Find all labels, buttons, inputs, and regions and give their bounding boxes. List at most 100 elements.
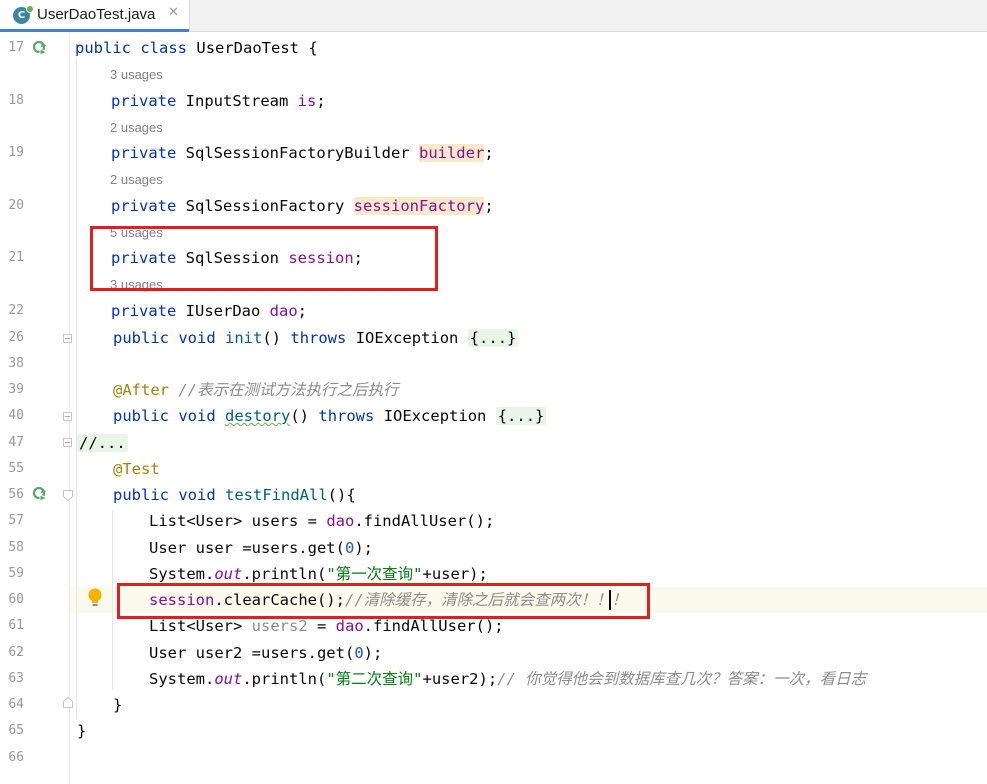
- line-number[interactable]: 60: [0, 592, 24, 608]
- code-text: User user =users.get(: [149, 539, 345, 557]
- code-line-59[interactable]: System.out.println("第一次查询"+user);: [149, 564, 488, 584]
- keyword: public: [113, 329, 169, 347]
- indent-guide: [76, 60, 77, 720]
- code-line-39[interactable]: @After //表示在测试方法执行之后执行: [113, 380, 399, 400]
- lightbulb-intention-icon[interactable]: [86, 587, 104, 609]
- code-line-20[interactable]: private SqlSessionFactory sessionFactory…: [111, 196, 494, 216]
- code-text: );: [363, 644, 383, 662]
- line-number[interactable]: 21: [0, 250, 24, 266]
- code-line-62[interactable]: User user2 =users.get(0);: [149, 643, 382, 663]
- annotation: @After: [113, 381, 169, 399]
- code-text: List<User> users =: [149, 512, 327, 530]
- field-name: builder: [418, 144, 485, 162]
- fold-toggle-init[interactable]: [63, 334, 72, 343]
- code-line-58[interactable]: User user =users.get(0);: [149, 538, 373, 558]
- code-text: User user2 =users.get(: [149, 644, 355, 662]
- comment: //表示在测试方法执行之后执行: [178, 381, 399, 399]
- line-number[interactable]: 38: [0, 356, 24, 372]
- type-name: SqlSessionFactory: [185, 197, 345, 215]
- line-number[interactable]: 56: [0, 487, 24, 503]
- annotation: @Test: [113, 460, 160, 478]
- run-test-class-icon[interactable]: [32, 40, 48, 56]
- line-number[interactable]: 18: [0, 93, 24, 109]
- keyword: void: [178, 486, 216, 504]
- usage-hint[interactable]: 2 usages: [110, 120, 163, 135]
- line-number[interactable]: 19: [0, 145, 24, 161]
- code-text: System.: [149, 670, 215, 688]
- line-number[interactable]: 63: [0, 671, 24, 687]
- highlight-box-clear-cache: [117, 583, 650, 619]
- code-line-22[interactable]: private IUserDao dao;: [111, 301, 307, 321]
- line-number[interactable]: 65: [0, 723, 24, 739]
- usage-hint[interactable]: 3 usages: [110, 67, 163, 82]
- folded-region[interactable]: //...: [77, 434, 128, 452]
- code-line-19[interactable]: private SqlSessionFactoryBuilder builder…: [111, 143, 494, 163]
- code-line-40[interactable]: public void destory() throws IOException…: [113, 406, 547, 426]
- line-number[interactable]: 64: [0, 697, 24, 713]
- line-number[interactable]: 26: [0, 330, 24, 346]
- line-number[interactable]: 22: [0, 303, 24, 319]
- keyword: private: [111, 197, 177, 215]
- code-line-63[interactable]: System.out.println("第二次查询"+user2);// 你觉得…: [149, 669, 866, 689]
- type-name: IUserDao: [185, 302, 261, 320]
- fold-toggle-destory[interactable]: [63, 412, 72, 421]
- line-number[interactable]: 62: [0, 645, 24, 661]
- brace: }: [113, 696, 123, 714]
- string-literal: "第二次查询": [326, 670, 423, 688]
- run-test-method-icon[interactable]: [32, 486, 48, 502]
- semicolon: ;: [484, 197, 494, 215]
- static-field: out: [214, 670, 243, 688]
- fold-end-marker-icon[interactable]: [63, 697, 73, 708]
- close-tab-icon[interactable]: ✕: [168, 5, 179, 20]
- code-text: .findAllUser();: [354, 512, 495, 530]
- parens: (): [290, 407, 310, 425]
- code-text: );: [354, 539, 373, 557]
- keyword: throws: [318, 407, 375, 425]
- code-line-18[interactable]: private InputStream is;: [111, 91, 326, 111]
- field-name: dao: [269, 302, 298, 320]
- line-number[interactable]: 39: [0, 382, 24, 398]
- keyword: private: [111, 92, 177, 110]
- semicolon: ;: [297, 302, 308, 320]
- keyword: throws: [290, 329, 347, 347]
- keyword: void: [178, 407, 216, 425]
- code-line-61[interactable]: List<User> users2 = dao.findAllUser();: [149, 616, 504, 636]
- folded-region[interactable]: {...}: [467, 329, 519, 347]
- code-line-55[interactable]: @Test: [113, 459, 160, 479]
- line-number[interactable]: 47: [0, 435, 24, 451]
- code-line-47[interactable]: //...: [77, 433, 128, 453]
- code-text: =: [307, 617, 336, 635]
- parens: (): [262, 329, 282, 347]
- folded-region[interactable]: {...}: [495, 407, 547, 425]
- code-line-65[interactable]: }: [77, 721, 86, 741]
- line-number[interactable]: 66: [0, 750, 24, 766]
- code-text: .findAllUser();: [363, 617, 504, 635]
- line-number[interactable]: 40: [0, 408, 24, 424]
- exception-type: IOException: [355, 329, 459, 347]
- fold-start-marker-icon[interactable]: [63, 490, 73, 501]
- code-line-17[interactable]: public class UserDaoTest {: [75, 38, 318, 58]
- line-number[interactable]: 59: [0, 566, 24, 582]
- code-line-56[interactable]: public void testFindAll(){: [113, 485, 356, 505]
- comment: // 你觉得他会到数据库查几次？答案：一次，看日志: [497, 670, 867, 688]
- tab-title: UserDaoTest.java: [37, 6, 156, 23]
- method-name: init: [225, 329, 263, 347]
- code-line-57[interactable]: List<User> users = dao.findAllUser();: [149, 511, 494, 531]
- line-number[interactable]: 55: [0, 461, 24, 477]
- tab-userdaotest[interactable]: C UserDaoTest.java ✕: [0, 0, 190, 32]
- line-number[interactable]: 61: [0, 618, 24, 634]
- code-line-64[interactable]: }: [113, 695, 122, 715]
- number-literal: 0: [344, 539, 355, 557]
- usage-hint[interactable]: 2 usages: [110, 172, 163, 187]
- line-number[interactable]: 57: [0, 513, 24, 529]
- exception-type: IOException: [383, 407, 487, 425]
- line-number[interactable]: 20: [0, 198, 24, 214]
- code-line-26[interactable]: public void init() throws IOException {.…: [113, 328, 519, 348]
- fold-toggle-comment[interactable]: [63, 438, 72, 447]
- field-name: dao: [335, 617, 364, 635]
- static-field: out: [214, 565, 243, 583]
- line-number[interactable]: 17: [0, 40, 24, 56]
- number-literal: 0: [354, 644, 364, 662]
- editor-tab-bar: C UserDaoTest.java ✕: [0, 0, 987, 32]
- line-number[interactable]: 58: [0, 540, 24, 556]
